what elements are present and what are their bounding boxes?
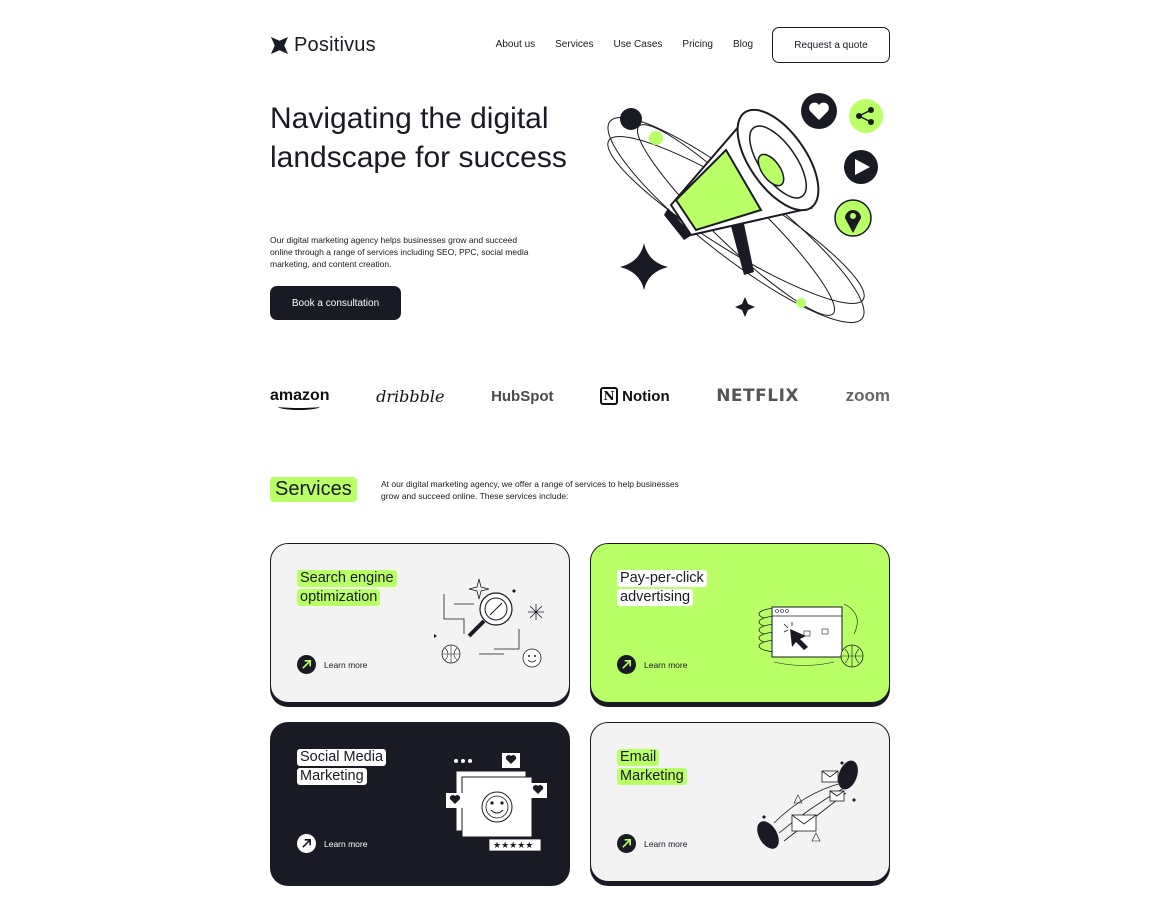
card-title-line: advertising: [617, 589, 694, 606]
netflix-logo: NETFLIX: [716, 386, 800, 406]
service-card-social-media[interactable]: Social Media Marketing Learn more ★★★★★: [270, 722, 570, 882]
nav-blog[interactable]: Blog: [733, 39, 753, 50]
logo-text: Positivus: [294, 34, 376, 56]
learn-more-link[interactable]: Learn more: [617, 834, 687, 853]
location-pin-icon: [834, 199, 872, 237]
sparkle-small-icon: [735, 297, 755, 317]
arrow-up-right-icon: [617, 834, 636, 853]
card-title: Social Media Marketing: [297, 749, 387, 785]
learn-more-label: Learn more: [644, 659, 688, 670]
book-consultation-button[interactable]: Book a consultation: [270, 286, 401, 320]
site-header: Positivus About us Services Use Cases Pr…: [270, 27, 890, 63]
megaphone-illustration: [607, 93, 883, 324]
logo-star-icon: [270, 36, 289, 55]
card-title-line: Marketing: [617, 768, 687, 785]
card-title: Email Marketing: [617, 749, 687, 785]
learn-more-label: Learn more: [644, 838, 688, 849]
amazon-logo: amazon: [270, 387, 330, 410]
play-icon: [844, 150, 878, 184]
service-card-seo[interactable]: Search engine optimization Learn more: [270, 543, 570, 703]
main-nav: About us Services Use Cases Pricing Blog: [496, 39, 753, 50]
smiley-window-icon: ★★★★★: [446, 753, 547, 852]
card-title-line: Search engine: [297, 570, 397, 587]
card-title-line: Social Media: [297, 749, 387, 766]
notion-icon: N: [600, 387, 619, 405]
card-title: Search engine optimization: [297, 570, 397, 606]
card-title-line: Marketing: [297, 768, 367, 785]
zoom-logo: zoom: [845, 386, 890, 405]
learn-more-label: Learn more: [324, 659, 368, 670]
learn-more-link[interactable]: Learn more: [617, 655, 687, 674]
service-card-email[interactable]: Email Marketing Learn more: [590, 722, 890, 882]
hubspot-logo: HubSpot: [491, 387, 554, 405]
learn-more-link[interactable]: Learn more: [297, 655, 367, 674]
card-title: Pay-per-click advertising: [617, 570, 707, 606]
logo[interactable]: Positivus: [270, 34, 376, 57]
request-quote-button[interactable]: Request a quote: [772, 27, 890, 63]
share-icon: [849, 99, 883, 133]
arrow-up-right-icon: [297, 834, 316, 853]
card-title-line: optimization: [297, 589, 381, 606]
hero-title: Navigating the digital landscape for suc…: [270, 102, 567, 174]
notion-logo-text: Notion: [622, 387, 670, 405]
services-heading: Services: [270, 477, 357, 502]
svg-text:★★★★★: ★★★★★: [493, 841, 533, 851]
client-logos: amazon dribbble HubSpot N Notion NETFLIX…: [270, 382, 890, 410]
sparkle-icon: [620, 243, 668, 290]
arrow-up-right-icon: [617, 655, 636, 674]
card-title-line: Pay-per-click: [617, 570, 707, 587]
card-title-line: Email: [617, 749, 660, 766]
envelope-flow-icon: [757, 760, 858, 849]
nav-use-cases[interactable]: Use Cases: [614, 39, 663, 50]
arrow-up-right-icon: [297, 655, 316, 674]
service-card-ppc[interactable]: Pay-per-click advertising Learn more: [590, 543, 890, 703]
notion-logo: N Notion: [600, 387, 670, 405]
browser-cursor-icon: [758, 603, 864, 668]
magnifier-icon: [434, 578, 544, 668]
nav-about-us[interactable]: About us: [496, 39, 535, 50]
dribbble-logo: dribbble: [376, 386, 445, 406]
hero-description: Our digital marketing agency helps busin…: [270, 235, 529, 269]
learn-more-link[interactable]: Learn more: [297, 834, 367, 853]
heart-icon: [801, 93, 837, 129]
black-dot-icon: [620, 108, 642, 130]
services-description: At our digital marketing agency, we offe…: [381, 479, 679, 501]
learn-more-label: Learn more: [324, 838, 368, 849]
nav-pricing[interactable]: Pricing: [682, 39, 713, 50]
nav-services[interactable]: Services: [555, 39, 593, 50]
